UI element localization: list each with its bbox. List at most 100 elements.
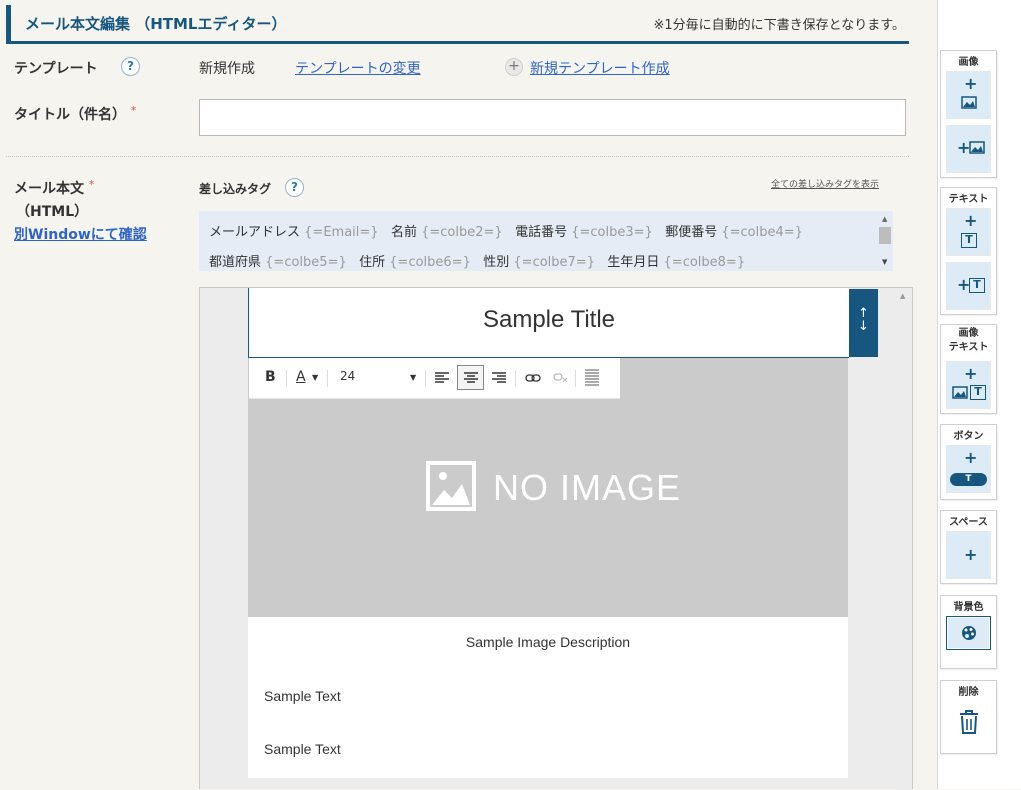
tag-item[interactable]: 郵便番号 {=colbe4=} bbox=[665, 225, 803, 240]
unlink-icon[interactable] bbox=[553, 372, 569, 384]
sample-text-block[interactable]: Sample Text bbox=[264, 741, 341, 757]
image-description[interactable]: Sample Image Description bbox=[248, 634, 848, 650]
button-icon: T bbox=[950, 473, 987, 486]
new-template-link[interactable]: 新規テンプレート作成 bbox=[530, 58, 670, 78]
add-image-inline-tile[interactable]: + bbox=[946, 125, 991, 173]
tag-item[interactable]: 電話番号 {=colbe3=} bbox=[515, 225, 653, 240]
tag-code: {=Email=} bbox=[304, 225, 379, 240]
add-image-text-tile[interactable]: + T bbox=[946, 361, 991, 409]
body-sublabel: （HTML） bbox=[16, 204, 89, 220]
editor-scrollbar[interactable]: ▲ bbox=[896, 288, 912, 790]
tag-item[interactable]: 生年月日 {=colbe8=} bbox=[607, 255, 745, 270]
show-all-tags-link[interactable]: 全ての差し込みタグを表示 bbox=[771, 177, 879, 190]
background-color-tile[interactable] bbox=[946, 616, 991, 650]
tag-name: 郵便番号 bbox=[665, 225, 718, 240]
space-block-card: スペース + bbox=[940, 510, 997, 584]
line-height-icon[interactable] bbox=[585, 369, 599, 387]
merge-tags-box: メールアドレス {=Email=} 名前 {=colbe2=} 電話番号 {=c… bbox=[199, 211, 893, 271]
sample-text-block[interactable]: Sample Text bbox=[264, 688, 341, 704]
template-help-icon[interactable]: ? bbox=[121, 57, 140, 76]
scroll-down-icon[interactable]: ▼ bbox=[882, 258, 887, 266]
tag-code: {=colbe8=} bbox=[663, 255, 746, 270]
background-card: 背景色 bbox=[940, 595, 997, 669]
add-text-inline-tile[interactable]: + T bbox=[946, 262, 991, 310]
plus-circle-icon: + bbox=[505, 58, 523, 76]
title-label-text: タイトル（件名） bbox=[14, 107, 126, 123]
plus-icon: + bbox=[964, 545, 978, 564]
section-header: メール本文編集 （HTMLエディター） ※1分毎に自動的に下書き保存となります。 bbox=[6, 5, 909, 44]
body-label: メール本文 * bbox=[14, 178, 94, 198]
font-size-select[interactable]: 24 bbox=[340, 369, 355, 383]
sample-title[interactable]: Sample Title bbox=[249, 306, 849, 334]
block-palette: 画像 + + テキスト + T + T 画像 テキスト + T ボタン + T … bbox=[937, 0, 1021, 789]
card-caption: 削除 bbox=[958, 687, 979, 698]
align-center-icon[interactable] bbox=[464, 372, 478, 384]
tag-row: メールアドレス {=Email=} 名前 {=colbe2=} 電話番号 {=c… bbox=[209, 221, 803, 240]
toolbar-divider bbox=[327, 370, 328, 387]
add-image-tile[interactable]: + bbox=[946, 71, 991, 119]
align-left-icon[interactable] bbox=[435, 372, 449, 384]
add-space-tile[interactable]: + bbox=[946, 531, 991, 579]
chevron-down-icon[interactable]: ▼ bbox=[312, 373, 318, 382]
subject-input[interactable] bbox=[199, 99, 906, 136]
chevron-down-icon[interactable]: ▼ bbox=[410, 373, 416, 382]
link-icon[interactable] bbox=[525, 373, 541, 383]
tag-name: 名前 bbox=[390, 225, 417, 240]
tag-name: 住所 bbox=[359, 255, 386, 270]
scroll-up-icon[interactable]: ▲ bbox=[882, 215, 887, 223]
tag-item[interactable]: 性別 {=colbe7=} bbox=[483, 255, 595, 270]
tag-name: 生年月日 bbox=[607, 255, 660, 270]
template-change-link[interactable]: テンプレートの変更 bbox=[295, 58, 421, 78]
tags-label: 差し込みタグ bbox=[199, 182, 272, 196]
card-caption: テキスト bbox=[948, 194, 989, 205]
template-current: 新規作成 bbox=[199, 61, 255, 77]
tags-scrollbar[interactable]: ▲ ▼ bbox=[878, 211, 893, 271]
align-right-icon[interactable] bbox=[492, 372, 506, 384]
section-title: メール本文編集 （HTMLエディター） bbox=[25, 15, 287, 33]
scroll-thumb[interactable] bbox=[879, 227, 891, 244]
title-block[interactable]: Sample Title bbox=[248, 288, 849, 358]
card-caption: 画像 テキスト bbox=[941, 327, 996, 355]
template-label: テンプレート bbox=[14, 61, 98, 77]
scroll-up-icon[interactable]: ▲ bbox=[900, 292, 905, 300]
text-format-toolbar: B A ▼ 24 ▼ bbox=[249, 358, 620, 399]
toolbar-divider bbox=[286, 370, 287, 387]
html-editor: Sample Title NO IMAGE Sample Image Descr… bbox=[199, 287, 913, 790]
body-label-text: メール本文 bbox=[14, 181, 84, 197]
tag-code: {=colbe5=} bbox=[265, 255, 347, 270]
plus-icon: + bbox=[964, 364, 978, 383]
card-caption: 背景色 bbox=[953, 602, 984, 613]
tag-name: 電話番号 bbox=[515, 225, 568, 240]
tag-code: {=colbe3=} bbox=[571, 225, 653, 240]
tag-item[interactable]: 都道府県 {=colbe5=} bbox=[209, 255, 347, 270]
text-icon: T bbox=[969, 278, 985, 293]
move-handle[interactable]: ↑ ↓ bbox=[849, 289, 878, 357]
delete-card: 削除 bbox=[940, 680, 997, 754]
tag-name: 性別 bbox=[483, 255, 510, 270]
tag-code: {=colbe7=} bbox=[513, 255, 595, 270]
tag-item[interactable]: メールアドレス {=Email=} bbox=[209, 225, 379, 240]
toolbar-divider bbox=[575, 370, 576, 387]
text-icon: T bbox=[970, 385, 986, 400]
tag-item[interactable]: 住所 {=colbe6=} bbox=[359, 255, 471, 270]
tag-code: {=colbe6=} bbox=[389, 255, 471, 270]
tag-name: メールアドレス bbox=[209, 225, 301, 240]
image-icon bbox=[952, 386, 968, 399]
bold-button[interactable]: B bbox=[265, 369, 276, 385]
tag-item[interactable]: 名前 {=colbe2=} bbox=[391, 225, 503, 240]
move-arrows-icon: ↑ ↓ bbox=[858, 306, 869, 334]
palette-icon bbox=[962, 626, 976, 640]
preview-window-link[interactable]: 別Windowにて確認 bbox=[14, 224, 147, 244]
plus-icon: + bbox=[964, 74, 978, 93]
toolbar-divider bbox=[515, 370, 516, 387]
add-button-tile[interactable]: + T bbox=[946, 445, 991, 493]
tag-code: {=colbe4=} bbox=[721, 225, 803, 240]
font-color-button[interactable]: A bbox=[296, 369, 306, 385]
trash-icon[interactable] bbox=[958, 709, 980, 735]
tag-row: 都道府県 {=colbe5=} 住所 {=colbe6=} 性別 {=colbe… bbox=[209, 251, 745, 270]
image-icon bbox=[961, 96, 977, 109]
add-text-tile[interactable]: + T bbox=[946, 208, 991, 256]
tags-help-icon[interactable]: ? bbox=[285, 178, 304, 197]
text-block-card: テキスト + T + T bbox=[940, 187, 997, 315]
plus-icon: + bbox=[964, 211, 978, 230]
